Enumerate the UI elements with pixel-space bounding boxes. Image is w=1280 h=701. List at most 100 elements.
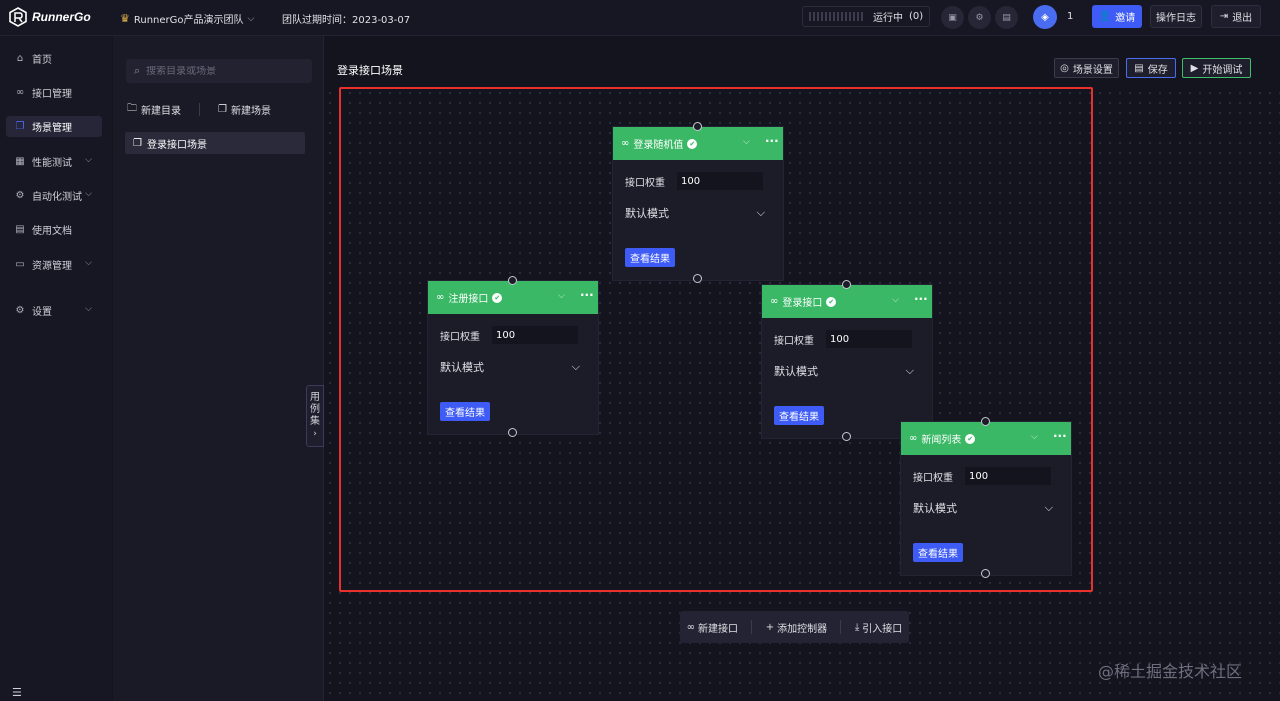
view-result-button[interactable]: 查看结果: [913, 543, 963, 562]
chevron-down-icon[interactable]: ⌵: [743, 137, 750, 147]
operation-log-button[interactable]: 操作日志: [1150, 5, 1202, 28]
document-icon[interactable]: ▤: [995, 6, 1018, 29]
sidebar-item-label: 接口管理: [32, 89, 72, 100]
sidebar-item-scene[interactable]: ❐ 场景管理: [6, 116, 102, 137]
settings-circle-icon[interactable]: ⚙: [968, 6, 991, 29]
page-title: 登录接口场景: [337, 64, 403, 77]
mode-select[interactable]: 默认模式 ⌵: [913, 500, 1053, 516]
node-input-port[interactable]: [981, 417, 990, 426]
sidebar-item-performance[interactable]: ▦ 性能测试 ⌵: [6, 151, 102, 172]
add-controller-label: 添加控制器: [777, 623, 828, 635]
tree-item-scene[interactable]: ❐ 登录接口场景: [125, 132, 305, 154]
logout-button[interactable]: ⇥ 退出: [1211, 5, 1261, 28]
new-folder-button[interactable]: 🗀 新建目录: [127, 101, 181, 118]
invite-button[interactable]: 👤 邀请: [1092, 5, 1142, 28]
collapse-sidebar-icon[interactable]: ☰: [12, 686, 22, 699]
import-api-button[interactable]: ⤓ 引入接口: [855, 620, 902, 635]
running-label: 运行中: [873, 13, 903, 24]
weight-input[interactable]: [965, 467, 1051, 485]
search-icon: ⌕: [134, 64, 141, 77]
view-result-button[interactable]: 查看结果: [625, 248, 675, 267]
crown-icon: ♛: [120, 12, 130, 25]
weight-input[interactable]: [826, 330, 912, 348]
node-output-port[interactable]: [842, 432, 851, 441]
new-scene-button[interactable]: ❐ 新建场景: [218, 102, 271, 117]
weight-label: 接口权重: [625, 177, 665, 189]
more-icon[interactable]: ···: [1053, 429, 1067, 443]
new-scene-label: 新建场景: [230, 106, 271, 117]
mode-select[interactable]: 默认模式 ⌵: [774, 363, 914, 379]
chevron-down-icon[interactable]: ⌵: [892, 295, 899, 305]
check-circle-icon: ✔: [965, 433, 976, 444]
scene-settings-label: 场景设置: [1072, 64, 1113, 76]
node-input-port[interactable]: [508, 276, 517, 285]
mode-value: 默认模式: [913, 502, 957, 515]
node-header[interactable]: ∞ 登录随机值 ✔: [613, 127, 783, 160]
scene-settings-button[interactable]: ◎ 场景设置: [1054, 58, 1119, 78]
sidebar-item-home[interactable]: ⌂ 首页: [6, 48, 102, 69]
more-icon[interactable]: ···: [914, 292, 928, 306]
api-node[interactable]: ∞ 登录随机值 ✔ ⌵ ··· 接口权重 默认模式 ⌵ 查看结果: [612, 126, 784, 281]
api-node[interactable]: ∞ 登录接口 ✔ ⌵ ··· 接口权重 默认模式 ⌵ 查看结果: [761, 284, 933, 439]
sidebar-item-resources[interactable]: ▭ 资源管理 ⌵: [6, 254, 102, 275]
divider: [751, 620, 753, 634]
sidebar-item-autotest[interactable]: ⚙ 自动化测试 ⌵: [6, 185, 102, 206]
tab-char: 用: [310, 392, 320, 403]
logo-text: RunnerGo: [32, 10, 91, 24]
tree-actions: 🗀 新建目录 ❐ 新建场景: [127, 101, 271, 118]
clipboard-icon[interactable]: ▣: [941, 6, 964, 29]
tab-char: 集: [310, 416, 320, 427]
mode-select[interactable]: 默认模式 ⌵: [440, 359, 580, 375]
monitor-icon: ▭: [15, 259, 25, 270]
team-expire-time: 团队过期时间：2023-03-07: [282, 15, 411, 26]
settings-icon: ◎: [1060, 62, 1069, 74]
weight-input[interactable]: [677, 172, 763, 190]
api-node[interactable]: ∞ 新闻列表 ✔ ⌵ ··· 接口权重 默认模式 ⌵ 查看结果: [900, 421, 1072, 576]
node-output-port[interactable]: [981, 569, 990, 578]
running-progress-bar: [809, 12, 865, 21]
node-input-port[interactable]: [842, 280, 851, 289]
new-api-button[interactable]: ∞ 新建接口: [687, 620, 738, 635]
view-result-button[interactable]: 查看结果: [440, 402, 490, 421]
node-title: 新闻列表: [921, 435, 962, 446]
chart-icon: ▦: [15, 156, 25, 167]
more-icon[interactable]: ···: [580, 288, 594, 302]
search-input[interactable]: [146, 65, 297, 77]
weight-row: 接口权重: [440, 326, 578, 344]
scene-plus-icon: ❐: [218, 104, 227, 115]
mode-select[interactable]: 默认模式 ⌵: [625, 205, 765, 221]
chevron-down-icon[interactable]: ⌵: [558, 291, 565, 301]
chevron-down-icon[interactable]: ⌵: [1031, 432, 1038, 442]
running-status[interactable]: 运行中 (0): [802, 6, 930, 27]
node-header[interactable]: ∞ 注册接口 ✔: [428, 281, 598, 314]
sidebar-item-docs[interactable]: ▤ 使用文档: [6, 219, 102, 240]
user-count: 1: [1067, 11, 1074, 22]
team-switcher[interactable]: ♛ RunnerGo产品演示团队 ⌵: [120, 11, 254, 26]
start-debug-button[interactable]: ▶ 开始调试: [1182, 58, 1251, 78]
app-logo[interactable]: RunnerGo: [8, 7, 91, 27]
node-output-port[interactable]: [693, 274, 702, 283]
logout-icon: ⇥: [1219, 11, 1229, 22]
sidebar: ⌂ 首页 ∞ 接口管理 ❐ 场景管理 ▦ 性能测试 ⌵ ⚙ 自动化测试 ⌵ ▤ …: [0, 36, 112, 701]
node-output-port[interactable]: [508, 428, 517, 437]
view-result-button[interactable]: 查看结果: [774, 406, 824, 425]
case-collection-tab[interactable]: 用 例 集 ›: [306, 385, 324, 447]
canvas-toolbar: ∞ 新建接口 + 添加控制器 ⤓ 引入接口: [680, 611, 909, 643]
more-icon[interactable]: ···: [765, 134, 779, 148]
add-controller-button[interactable]: + 添加控制器: [766, 620, 827, 635]
chevron-down-icon: ⌵: [905, 364, 914, 377]
save-button[interactable]: ▤ 保存: [1126, 58, 1176, 78]
sidebar-item-label: 场景管理: [32, 123, 72, 134]
search-box[interactable]: ⌕: [126, 59, 312, 83]
scene-tree-panel: ⌕ 🗀 新建目录 ❐ 新建场景 ❐ 登录接口场景: [113, 36, 324, 701]
divider: [199, 103, 200, 116]
node-header[interactable]: ∞ 新闻列表 ✔: [901, 422, 1071, 455]
avatar[interactable]: ◈: [1033, 5, 1057, 29]
sidebar-item-api[interactable]: ∞ 接口管理: [6, 82, 102, 103]
api-node[interactable]: ∞ 注册接口 ✔ ⌵ ··· 接口权重 默认模式 ⌵ 查看结果: [427, 280, 599, 435]
node-input-port[interactable]: [693, 122, 702, 131]
node-header[interactable]: ∞ 登录接口 ✔: [762, 285, 932, 318]
weight-input[interactable]: [492, 326, 578, 344]
sidebar-item-settings[interactable]: ⚙ 设置 ⌵: [6, 300, 102, 321]
check-circle-icon: ✔: [826, 296, 837, 307]
